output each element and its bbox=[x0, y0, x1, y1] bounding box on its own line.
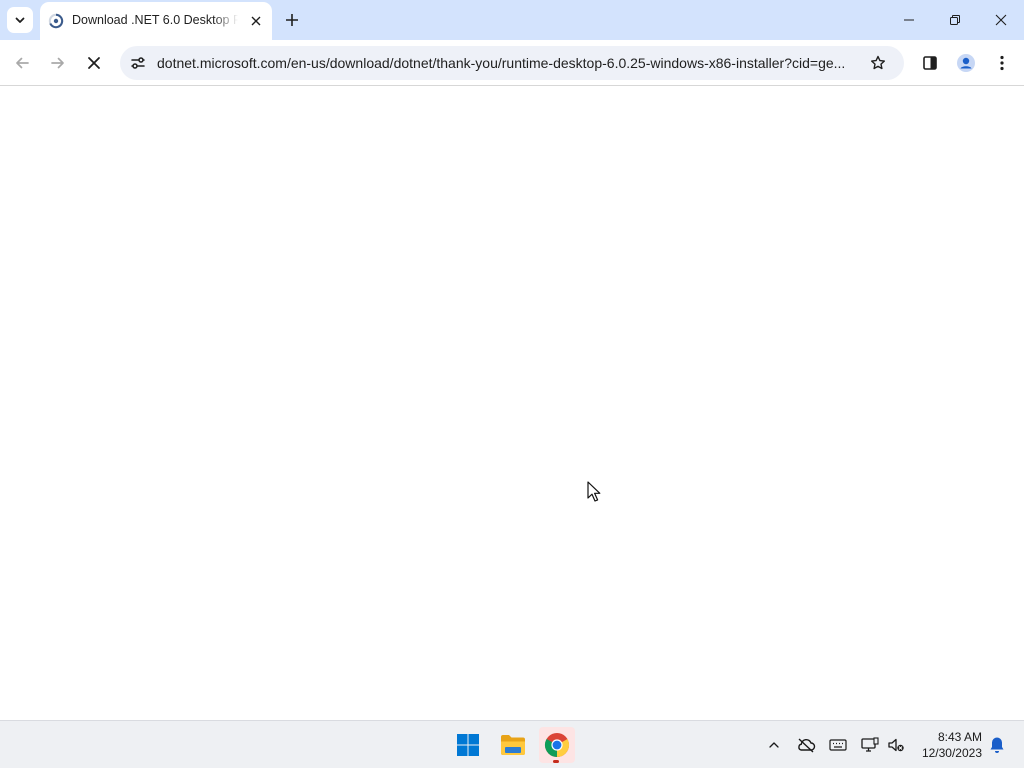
minimize-icon bbox=[904, 19, 914, 21]
chevron-down-icon bbox=[15, 17, 25, 23]
windows-icon bbox=[457, 734, 479, 756]
stop-x-icon bbox=[88, 57, 100, 69]
url-text[interactable]: dotnet.microsoft.com/en-us/download/dotn… bbox=[157, 55, 865, 73]
tune-icon bbox=[131, 57, 145, 69]
start-button[interactable] bbox=[450, 727, 486, 763]
new-tab-button[interactable] bbox=[280, 8, 304, 32]
bookmark-button[interactable] bbox=[866, 51, 890, 75]
plus-icon bbox=[286, 14, 298, 26]
stop-loading-button[interactable] bbox=[79, 48, 109, 78]
notifications-button[interactable] bbox=[986, 733, 1008, 757]
tab-close-button[interactable] bbox=[246, 11, 266, 31]
clock-date: 12/30/2023 bbox=[921, 746, 982, 760]
chrome-icon bbox=[544, 733, 570, 757]
show-hidden-icons-button[interactable] bbox=[762, 733, 786, 757]
restore-icon bbox=[950, 15, 960, 25]
star-icon bbox=[871, 55, 885, 70]
chrome-menu-button[interactable] bbox=[987, 48, 1017, 78]
restore-button[interactable] bbox=[932, 0, 978, 40]
browser-toolbar: dotnet.microsoft.com/en-us/download/dotn… bbox=[0, 40, 1024, 86]
page-content bbox=[0, 87, 1024, 720]
tab-title: Download .NET 6.0 Desktop Runtime (v6.0.… bbox=[72, 13, 238, 27]
profile-button[interactable] bbox=[951, 48, 981, 78]
loading-favicon-icon bbox=[48, 13, 64, 29]
file-explorer-button[interactable] bbox=[495, 727, 531, 763]
tab-search-button[interactable] bbox=[7, 7, 33, 33]
back-button[interactable] bbox=[7, 48, 37, 78]
onedrive-button[interactable] bbox=[794, 733, 818, 757]
folder-icon bbox=[501, 735, 525, 755]
close-icon bbox=[251, 16, 261, 26]
network-icon bbox=[861, 737, 879, 752]
tab-strip: Download .NET 6.0 Desktop Runtime (v6.0.… bbox=[0, 0, 1024, 40]
onedrive-offline-icon bbox=[798, 738, 816, 753]
chrome-taskbar-button[interactable] bbox=[539, 727, 575, 763]
close-icon bbox=[995, 14, 1007, 26]
touch-keyboard-button[interactable] bbox=[826, 733, 850, 757]
kebab-menu-icon bbox=[1000, 55, 1004, 71]
person-icon bbox=[957, 54, 975, 72]
arrow-right-icon bbox=[51, 57, 64, 69]
close-window-button[interactable] bbox=[978, 0, 1024, 40]
address-bar[interactable]: dotnet.microsoft.com/en-us/download/dotn… bbox=[120, 46, 904, 80]
screen: Download .NET 6.0 Desktop Runtime (v6.0.… bbox=[0, 0, 1024, 768]
site-info-button[interactable] bbox=[126, 51, 150, 75]
side-panel-icon bbox=[923, 56, 937, 70]
browser-tab[interactable]: Download .NET 6.0 Desktop Runtime (v6.0.… bbox=[40, 2, 272, 40]
volume-muted-icon bbox=[888, 738, 904, 752]
bell-icon bbox=[990, 737, 1004, 753]
arrow-left-icon bbox=[16, 57, 29, 69]
forward-button[interactable] bbox=[43, 48, 73, 78]
windows-taskbar: 8:43 AM 12/30/2023 bbox=[0, 720, 1024, 768]
clock-time: 8:43 AM bbox=[937, 730, 982, 744]
keyboard-icon bbox=[829, 739, 847, 751]
active-app-indicator bbox=[553, 760, 559, 763]
volume-button[interactable] bbox=[884, 733, 908, 757]
network-button[interactable] bbox=[858, 733, 882, 757]
minimize-button[interactable] bbox=[886, 0, 932, 40]
system-clock[interactable]: 8:43 AM 12/30/2023 bbox=[910, 729, 982, 763]
chevron-up-icon bbox=[769, 742, 779, 748]
side-panel-button[interactable] bbox=[915, 48, 945, 78]
mouse-cursor-icon bbox=[587, 481, 601, 502]
